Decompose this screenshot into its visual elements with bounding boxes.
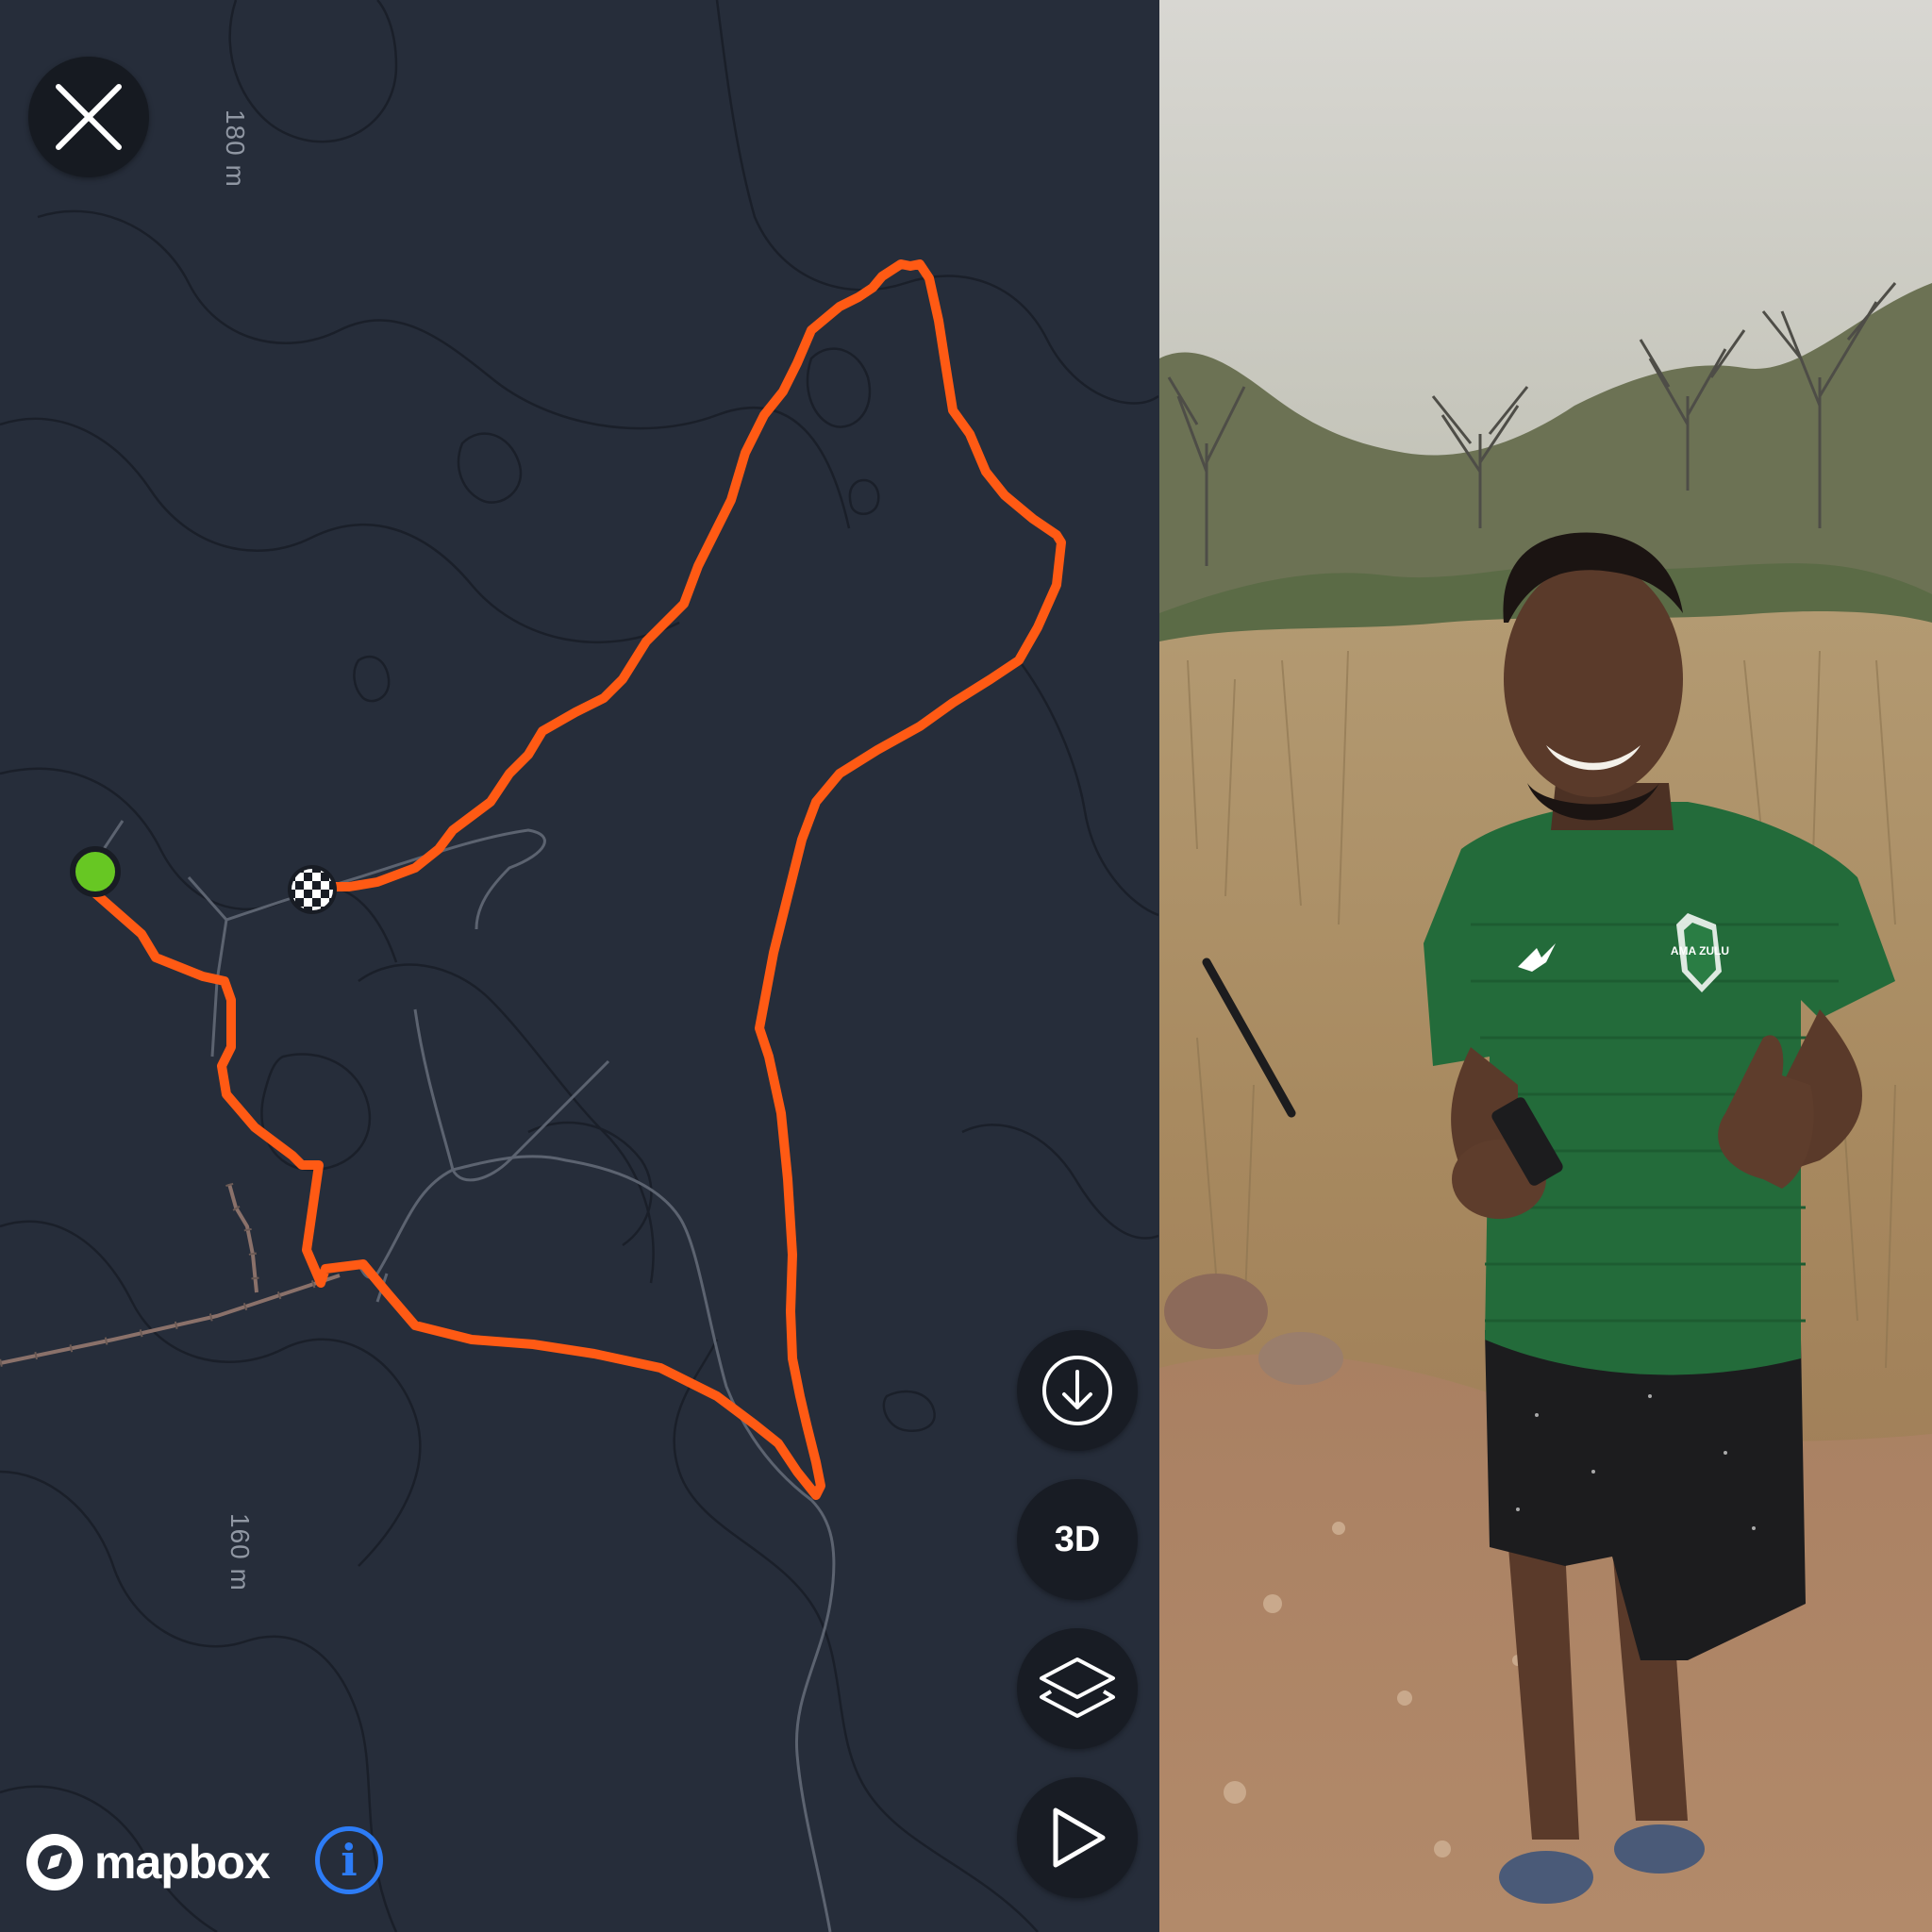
info-icon: i: [341, 1835, 358, 1886]
mapbox-icon: [26, 1834, 83, 1890]
three-d-label: 3D: [1054, 1519, 1101, 1559]
map-canvas: [0, 0, 1158, 1932]
photo-image: AMA ZULU: [1159, 0, 1932, 1932]
close-icon: [56, 84, 122, 150]
route-track: [91, 259, 1066, 1500]
three-d-button[interactable]: 3D: [1017, 1479, 1138, 1600]
mapbox-logo[interactable]: mapbox: [25, 1832, 271, 1892]
layers-button[interactable]: [1017, 1628, 1138, 1749]
railway: [0, 1182, 341, 1367]
attribution-info-button[interactable]: i: [315, 1826, 383, 1894]
contour-label-180: 180 m: [221, 109, 250, 188]
mapbox-wordmark: mapbox: [94, 1836, 271, 1889]
start-marker: [70, 846, 121, 897]
contour-label-160: 160 m: [225, 1513, 255, 1591]
close-button[interactable]: [28, 57, 149, 177]
shirt-badge-text: AMA ZULU: [1671, 944, 1729, 958]
play-button[interactable]: [1017, 1777, 1138, 1898]
play-icon: [1053, 1807, 1106, 1868]
trails: [102, 820, 836, 1932]
download-icon: [1042, 1356, 1112, 1425]
route-map[interactable]: 180 m 160 m 3D mapbox i: [0, 0, 1158, 1932]
finish-marker: [288, 865, 337, 914]
activity-photo: AMA ZULU: [1159, 0, 1932, 1932]
layers-icon: [1040, 1657, 1115, 1718]
download-button[interactable]: [1017, 1330, 1138, 1451]
